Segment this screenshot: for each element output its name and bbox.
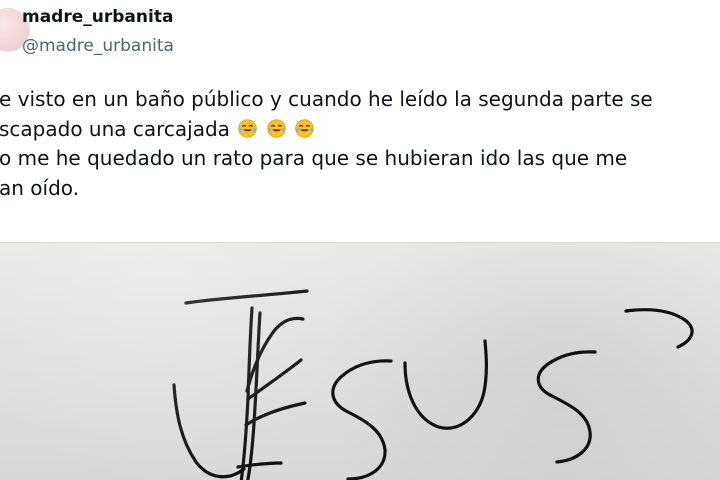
tweet-text-line-1: e visto en un baño público y cuando he l…: [0, 85, 720, 115]
author-display-name[interactable]: madre_urbanita: [22, 7, 173, 27]
face-with-tears-of-joy-emoji: [266, 118, 286, 138]
tweet-text-line-4: an oído.: [0, 174, 720, 204]
face-with-tears-of-joy-emoji: [238, 118, 257, 138]
tweet-text-line-4-content: an oído.: [0, 175, 80, 200]
tweet-text: e visto en un baño público y cuando he l…: [0, 85, 720, 203]
tweet-text-line-3-content: o me he quedado un rato para que se hubi…: [0, 146, 628, 170]
tweet-text-line-2: scapado una carcajada: [0, 115, 720, 145]
face-with-tears-of-joy-emoji: [295, 118, 314, 138]
handwritten-jesus-text: [172, 289, 694, 480]
post-photo[interactable]: [0, 242, 720, 480]
author-handle[interactable]: @madre_urbanita: [22, 36, 174, 56]
tweet-text-line-3: o me he quedado un rato para que se hubi…: [0, 144, 720, 174]
tweet-text-line-1-content: e visto en un baño público y cuando he l…: [0, 87, 653, 111]
tweet-text-line-2-content: scapado una carcajada: [0, 116, 230, 141]
tweet-post: madre_urbanita @madre_urbanita e visto e…: [0, 0, 720, 480]
